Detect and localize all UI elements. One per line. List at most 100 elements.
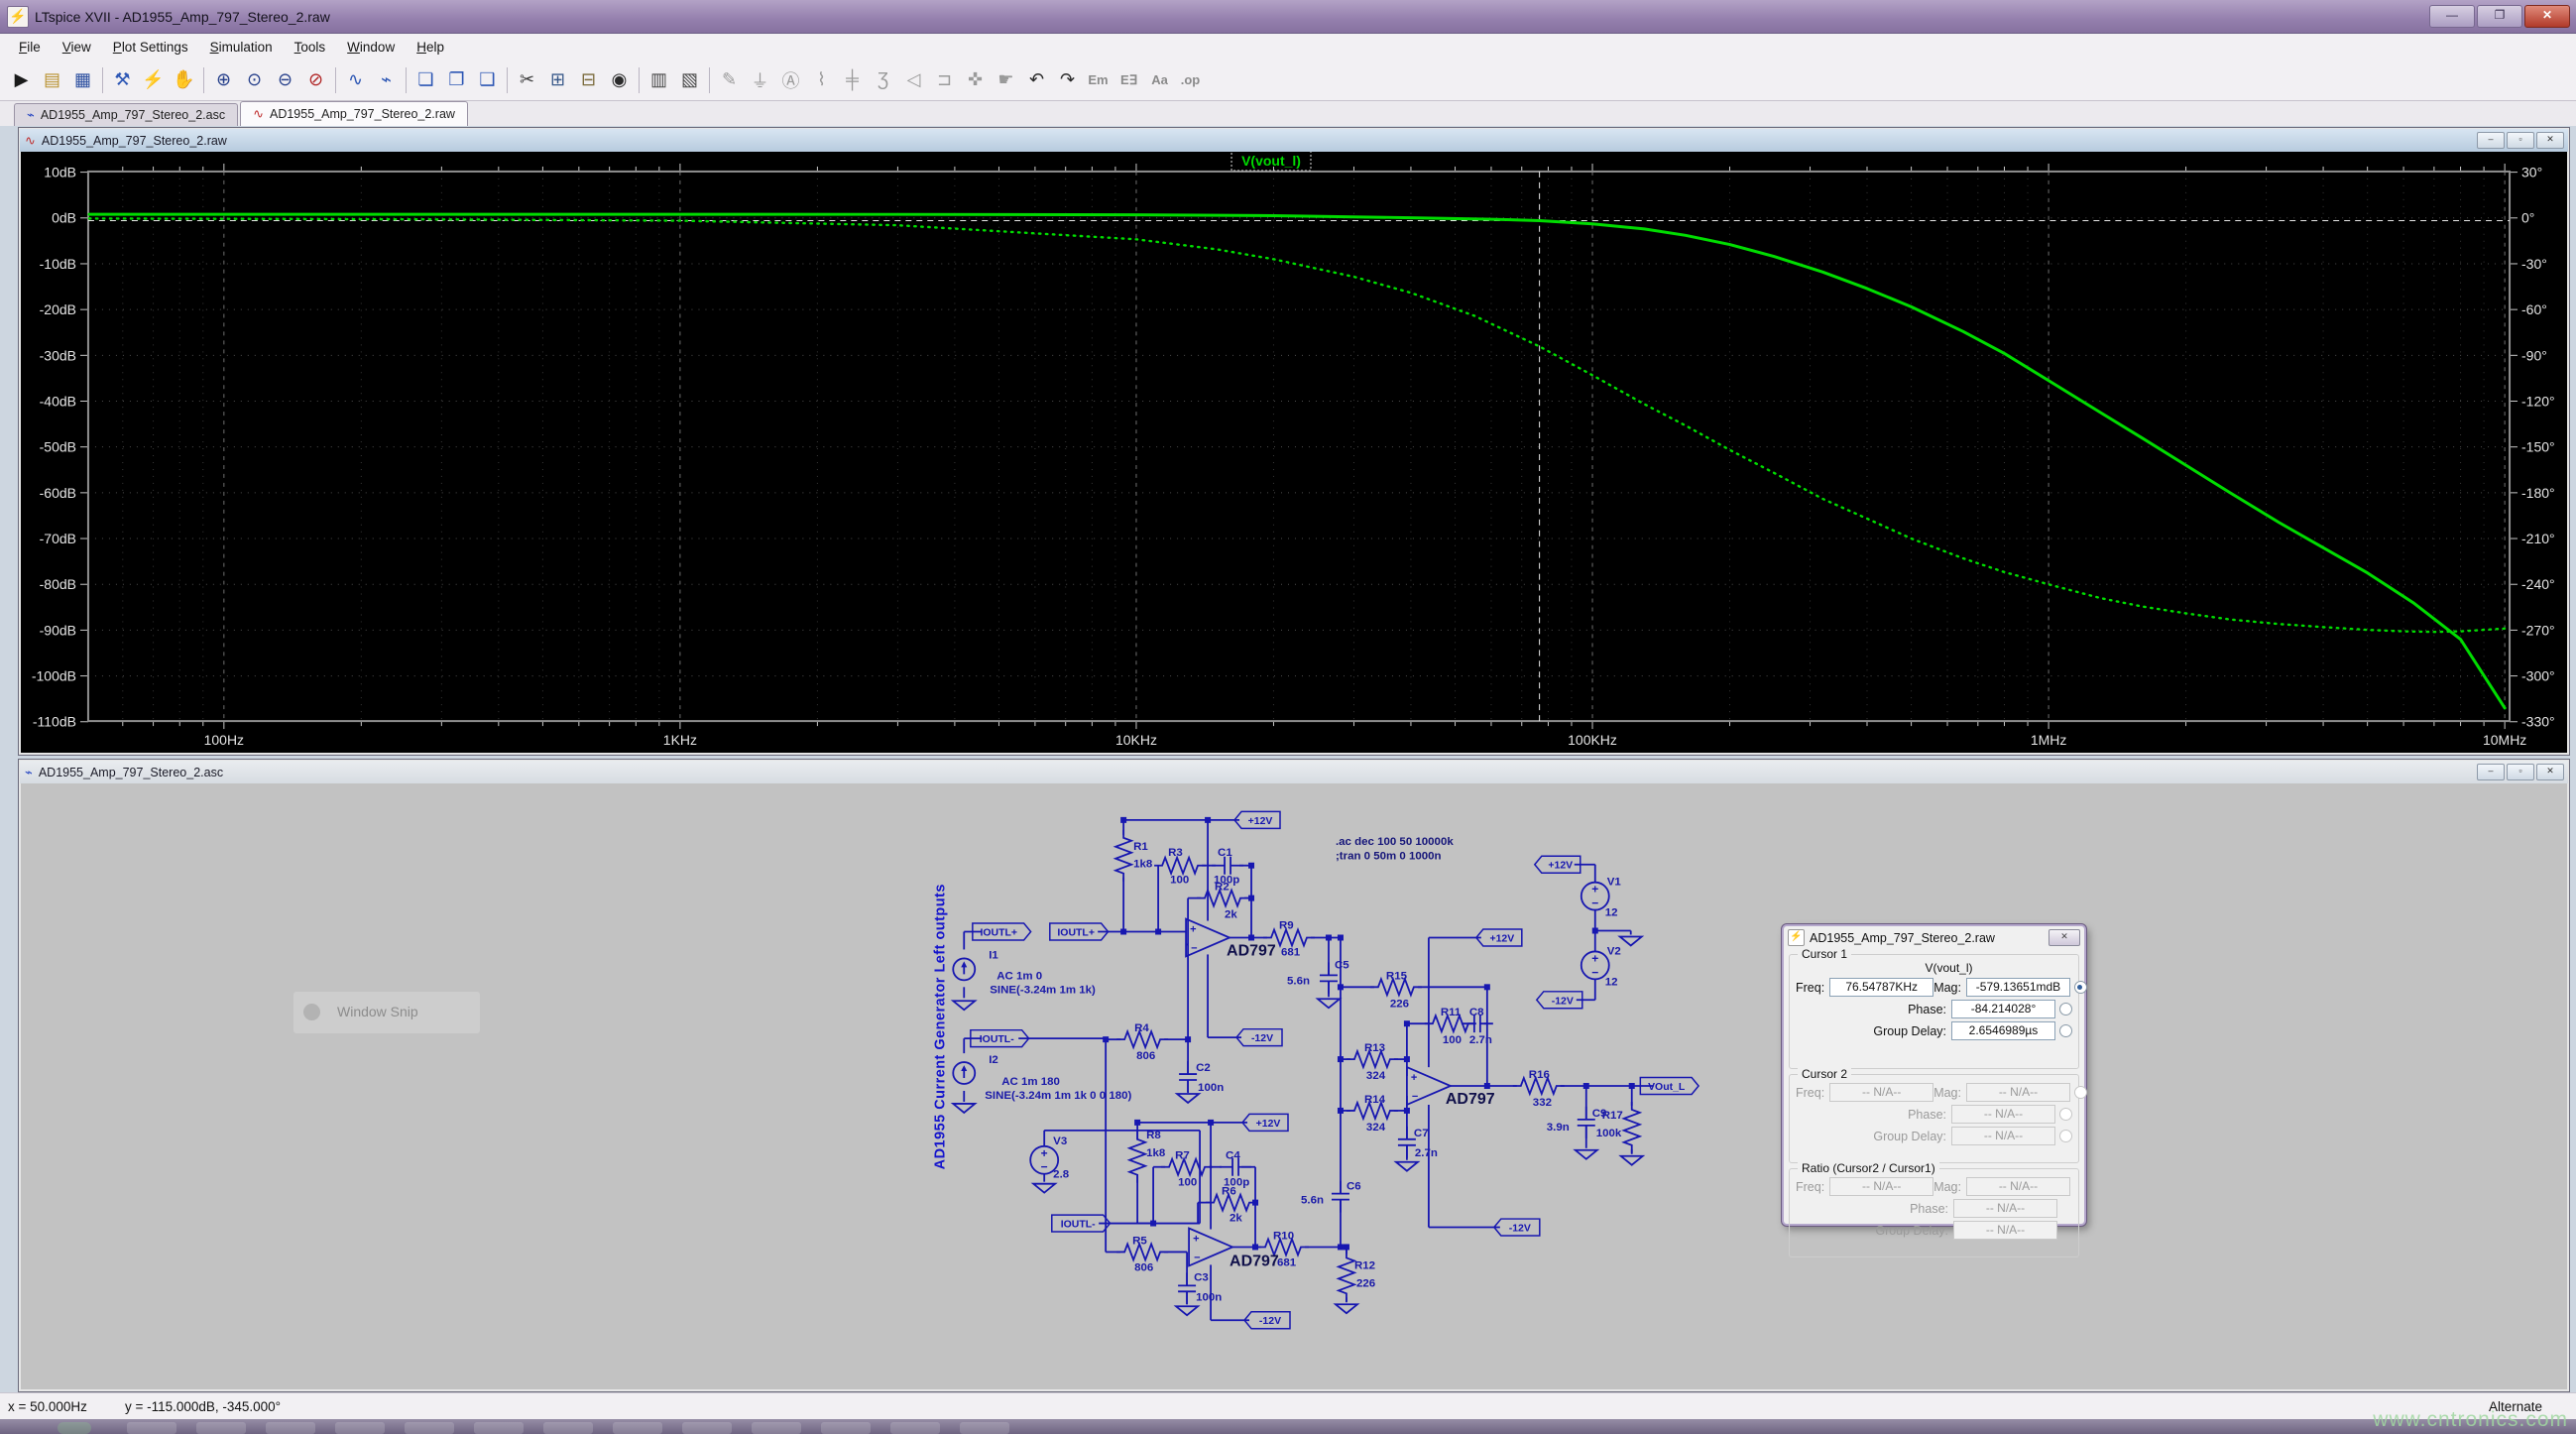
ground-symbol[interactable] <box>1030 1182 1058 1194</box>
menu-window[interactable]: Window <box>336 37 406 58</box>
zoom-area-button[interactable]: ⊙ <box>239 64 270 95</box>
place-text-button[interactable]: Aa <box>1144 64 1175 95</box>
ground-symbol[interactable] <box>1393 1160 1421 1172</box>
cursor1-phase-radio[interactable] <box>2059 1003 2072 1016</box>
taskbar-icon[interactable] <box>474 1422 524 1434</box>
child-restore-button[interactable]: ▫ <box>2507 132 2534 149</box>
component-R1[interactable] <box>1112 829 1134 882</box>
cursor2-group-delay-field[interactable]: -- N/A-- <box>1951 1127 2055 1145</box>
ratio-mag-field[interactable]: -- N/A-- <box>1965 1177 2070 1196</box>
draw-wire-button[interactable]: ✎ <box>714 64 745 95</box>
close-icon[interactable]: ✕ <box>2049 929 2080 946</box>
zoom-in-button[interactable]: ⊕ <box>208 64 239 95</box>
autorange-y-axis-button[interactable]: ∿ <box>340 64 371 95</box>
component-C2[interactable] <box>1179 1061 1198 1093</box>
schematic-canvas[interactable]: + − + − + − + − + − + − +12V +12V +12V +12V -12V -12V -12V… <box>21 783 2567 1389</box>
windows-taskbar[interactable] <box>0 1419 2576 1434</box>
menu-plot-settings[interactable]: Plot Settings <box>102 37 199 58</box>
save-file-button[interactable]: ▦ <box>67 64 98 95</box>
taskbar-icon[interactable] <box>127 1422 176 1434</box>
cursor2-mag-field[interactable]: -- N/A-- <box>1965 1083 2070 1102</box>
place-label-button[interactable]: Ⓐ <box>775 64 806 95</box>
component-R17[interactable] <box>1621 1101 1643 1153</box>
cursor1-mag-radio[interactable] <box>2073 981 2087 994</box>
cut-button[interactable]: ✂ <box>512 64 542 95</box>
child-close-button[interactable]: ✕ <box>2536 764 2564 780</box>
cascade-windows-button[interactable]: ❑ <box>472 64 503 95</box>
place-component-button[interactable]: ⊐ <box>929 64 960 95</box>
component-R12[interactable] <box>1336 1250 1357 1302</box>
tile-vertically-button[interactable]: ❐ <box>441 64 472 95</box>
paste-button[interactable]: ⊟ <box>573 64 604 95</box>
child-minimize-button[interactable]: – <box>2477 132 2505 149</box>
ground-symbol[interactable] <box>950 1000 978 1012</box>
zoom-out-button[interactable]: ⊖ <box>270 64 300 95</box>
rotate-button[interactable]: E∃ <box>1113 64 1144 95</box>
plot-area[interactable]: 10dB 30° 0dB 0° -10dB -30° -20dB -60° -30dB -90° -… <box>21 152 2567 753</box>
taskbar-icon[interactable] <box>682 1422 732 1434</box>
taskbar-icon[interactable] <box>196 1422 246 1434</box>
component-R3[interactable] <box>1154 855 1207 877</box>
taskbar-icon[interactable] <box>335 1422 385 1434</box>
ground-symbol[interactable] <box>1173 1305 1201 1317</box>
plot-settings-button[interactable]: ⌁ <box>371 64 402 95</box>
print-preview-button[interactable]: ▧ <box>674 64 705 95</box>
move-button[interactable]: ✜ <box>960 64 991 95</box>
cursor1-mag-field[interactable]: -579.13651mdB <box>1965 978 2070 997</box>
ratio-freq-field[interactable]: -- N/A-- <box>1829 1177 1934 1196</box>
cursor2-phase-radio[interactable] <box>2059 1108 2072 1121</box>
print-button[interactable]: ▥ <box>644 64 674 95</box>
place-inductor-button[interactable]: Ʒ <box>868 64 898 95</box>
taskbar-icon[interactable] <box>960 1422 1009 1434</box>
taskbar-icon[interactable] <box>821 1422 871 1434</box>
run-simulation-button[interactable]: ⚡ <box>138 64 169 95</box>
new-schematic-button[interactable]: ▶ <box>6 64 37 95</box>
cursor1-phase-field[interactable]: -84.214028° <box>1951 1000 2055 1018</box>
copy-button[interactable]: ⊞ <box>542 64 573 95</box>
ratio-group-delay-field[interactable]: -- N/A-- <box>1953 1221 2057 1240</box>
ground-symbol[interactable] <box>950 1103 978 1115</box>
taskbar-icon[interactable] <box>405 1422 454 1434</box>
cursor2-mag-radio[interactable] <box>2073 1086 2087 1099</box>
place-ground-button[interactable]: ⏚ <box>745 64 775 95</box>
place-capacitor-button[interactable]: ╪ <box>837 64 868 95</box>
taskbar-icon[interactable] <box>266 1422 315 1434</box>
menu-simulation[interactable]: Simulation <box>199 37 284 58</box>
tile-horizontally-button[interactable]: ❏ <box>410 64 441 95</box>
control-panel-button[interactable]: ⚒ <box>107 64 138 95</box>
open-file-button[interactable]: ▤ <box>37 64 67 95</box>
menu-view[interactable]: View <box>52 37 102 58</box>
ground-symbol[interactable] <box>1174 1093 1202 1105</box>
ground-symbol[interactable] <box>1617 935 1645 947</box>
tab-raw-file[interactable]: ∿ AD1955_Amp_797_Stereo_2.raw <box>240 101 468 126</box>
child-minimize-button[interactable]: – <box>2477 764 2505 780</box>
cursor1-freq-field[interactable]: 76.54787KHz <box>1829 978 1934 997</box>
ground-symbol[interactable] <box>1573 1148 1600 1160</box>
ground-symbol[interactable] <box>1315 998 1343 1010</box>
zoom-full-extents-button[interactable]: ⊘ <box>300 64 331 95</box>
close-button[interactable]: ✕ <box>2524 5 2570 28</box>
cursor2-group-delay-radio[interactable] <box>2059 1130 2072 1142</box>
restore-button[interactable]: ❐ <box>2477 5 2522 28</box>
ground-symbol[interactable] <box>1618 1154 1646 1166</box>
taskbar-icon[interactable] <box>890 1422 940 1434</box>
place-diode-button[interactable]: ◁ <box>898 64 929 95</box>
component-I1[interactable] <box>952 957 977 982</box>
child-restore-button[interactable]: ▫ <box>2507 764 2534 780</box>
component-R8[interactable] <box>1126 1131 1148 1183</box>
taskbar-icon[interactable] <box>58 1422 91 1434</box>
undo-button[interactable]: ↶ <box>1021 64 1052 95</box>
legend-trace-name[interactable]: V(vout_l) <box>1241 153 1301 169</box>
menu-tools[interactable]: Tools <box>284 37 337 58</box>
taskbar-icon[interactable] <box>613 1422 662 1434</box>
place-resistor-button[interactable]: ⌇ <box>806 64 837 95</box>
halt-simulation-button[interactable]: ✋ <box>169 64 199 95</box>
menu-help[interactable]: Help <box>406 37 455 58</box>
cursor1-group-delay-radio[interactable] <box>2059 1024 2072 1037</box>
waveform-window-titlebar[interactable]: ∿ AD1955_Amp_797_Stereo_2.raw – ▫ ✕ <box>20 129 2568 152</box>
child-close-button[interactable]: ✕ <box>2536 132 2564 149</box>
cursor2-phase-field[interactable]: -- N/A-- <box>1951 1105 2055 1124</box>
component-C1[interactable] <box>1212 856 1244 875</box>
ground-symbol[interactable] <box>1333 1303 1360 1315</box>
mirror-button[interactable]: Em <box>1083 64 1113 95</box>
